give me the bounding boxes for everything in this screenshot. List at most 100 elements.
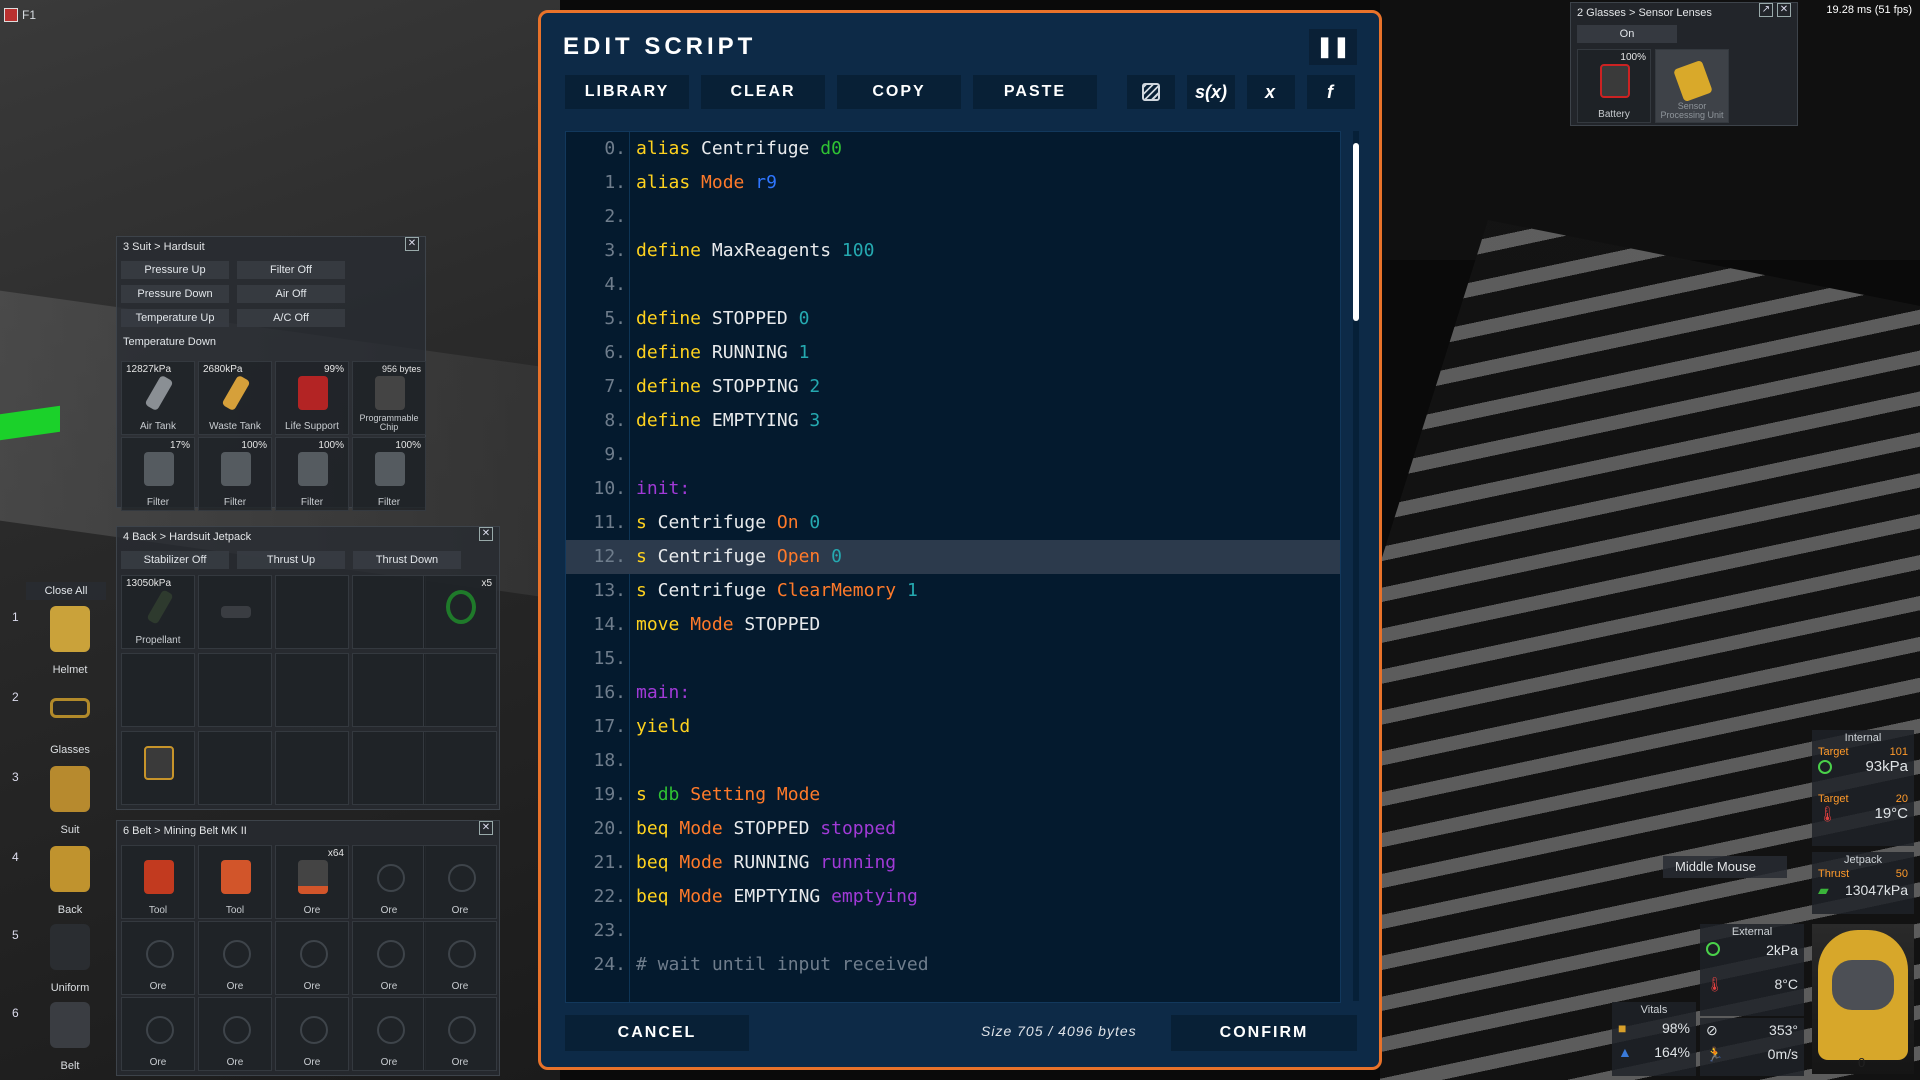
jetpack-slot[interactable] (121, 731, 195, 805)
cancel-button[interactable]: CANCEL (565, 1015, 749, 1051)
belt-slot[interactable]: Ore (423, 921, 497, 995)
code-line[interactable]: 14. move Mode STOPPED (566, 608, 1340, 642)
jetpack-slot[interactable] (198, 731, 272, 805)
editor-scrollbar[interactable] (1353, 131, 1359, 1001)
filter-slot[interactable]: 100% Filter (275, 437, 349, 511)
belt-slot[interactable]: Ore (275, 997, 349, 1071)
code-line[interactable]: 19. s db Setting Mode (566, 778, 1340, 812)
belt-slot[interactable]: Ore (198, 997, 272, 1071)
code-line[interactable]: 16. main: (566, 676, 1340, 710)
belt-slot[interactable]: Ore (198, 921, 272, 995)
code-line[interactable]: 12. s Centrifuge Open 0 (566, 540, 1340, 574)
jetpack-slot[interactable] (423, 731, 497, 805)
programmable-chip-slot[interactable]: 956 bytes Programmable Chip (352, 361, 426, 435)
code-line[interactable]: 21. beq Mode RUNNING running (566, 846, 1340, 880)
code-line[interactable]: 3. define MaxReagents 100 (566, 234, 1340, 268)
jetpack-slot[interactable] (352, 731, 426, 805)
life-support-slot[interactable]: 99% Life Support (275, 361, 349, 435)
belt-slot[interactable]: Ore (423, 845, 497, 919)
jetpack-slot[interactable] (198, 575, 272, 649)
uniform-slot[interactable]: Uniform (30, 914, 110, 994)
close-icon[interactable]: ✕ (1777, 3, 1791, 17)
code-line[interactable]: 23. (566, 914, 1340, 948)
helmet-slot[interactable]: Helmet (30, 596, 110, 676)
code-line[interactable]: 20. beq Mode STOPPED stopped (566, 812, 1340, 846)
battery-slot[interactable]: 100% Battery (1577, 49, 1651, 123)
close-icon[interactable]: ✕ (479, 821, 493, 835)
code-line[interactable]: 5. define STOPPED 0 (566, 302, 1340, 336)
code-editor[interactable]: 0. alias Centrifuge d0 1. alias Mode r9 2. 3.… (565, 131, 1341, 1003)
code-line[interactable]: 10. init: (566, 472, 1340, 506)
code-line[interactable]: 17. yield (566, 710, 1340, 744)
copy-button[interactable]: COPY (837, 75, 961, 109)
close-icon[interactable]: ✕ (405, 237, 419, 251)
air-off-button[interactable]: Air Off (237, 285, 345, 303)
cable-slot[interactable]: x5 (423, 575, 497, 649)
code-line[interactable]: 11. s Centrifuge On 0 (566, 506, 1340, 540)
code-line[interactable]: 9. (566, 438, 1340, 472)
filter-slot[interactable]: 100% Filter (352, 437, 426, 511)
belt-slot[interactable]: Ore (423, 997, 497, 1071)
belt-slot[interactable]: Ore (352, 997, 426, 1071)
glasses-slot[interactable]: Glasses (30, 676, 110, 756)
close-icon[interactable]: ✕ (479, 527, 493, 541)
jetpack-slot[interactable] (121, 653, 195, 727)
sensor-unit-slot[interactable]: Sensor Processing Unit (1655, 49, 1729, 123)
jetpack-slot[interactable] (352, 653, 426, 727)
belt-slot[interactable]: Ore (121, 997, 195, 1071)
scrollbar-thumb[interactable] (1353, 143, 1359, 321)
glasses-toggle-button[interactable]: On (1577, 25, 1677, 43)
code-line[interactable]: 1. alias Mode r9 (566, 166, 1340, 200)
thrust-down-button[interactable]: Thrust Down (353, 551, 461, 569)
variable-x-button[interactable]: x (1247, 75, 1295, 109)
belt-slot[interactable]: Ore (352, 845, 426, 919)
filter-slot[interactable]: 17% Filter (121, 437, 195, 511)
code-line[interactable]: 2. (566, 200, 1340, 234)
belt-slot[interactable]: Tool (198, 845, 272, 919)
jetpack-slot[interactable] (198, 653, 272, 727)
code-line[interactable]: 24. # wait until input received (566, 948, 1340, 982)
jetpack-slot[interactable] (275, 731, 349, 805)
pressure-up-button[interactable]: Pressure Up (121, 261, 229, 279)
filter-slot[interactable]: 100% Filter (198, 437, 272, 511)
filter-off-button[interactable]: Filter Off (237, 261, 345, 279)
temperature-up-button[interactable]: Temperature Up (121, 309, 229, 327)
code-line[interactable]: 8. define EMPTYING 3 (566, 404, 1340, 438)
temperature-down-button[interactable]: Temperature Down (121, 333, 229, 351)
clear-button[interactable]: CLEAR (701, 75, 825, 109)
belt-slot[interactable]: Ore (121, 921, 195, 995)
paste-button[interactable]: PASTE (973, 75, 1097, 109)
confirm-button[interactable]: CONFIRM (1171, 1015, 1357, 1051)
code-line[interactable]: 22. beq Mode EMPTYING emptying (566, 880, 1340, 914)
jetpack-slot[interactable] (275, 653, 349, 727)
code-line[interactable]: 6. define RUNNING 1 (566, 336, 1340, 370)
code-line[interactable]: 4. (566, 268, 1340, 302)
belt-slot[interactable]: Tool (121, 845, 195, 919)
jetpack-slot[interactable] (352, 575, 426, 649)
jetpack-slot[interactable] (423, 653, 497, 727)
belt-slot[interactable]: x64 Ore (275, 845, 349, 919)
pause-button[interactable]: ❚❚ (1309, 29, 1357, 65)
stabilizer-off-button[interactable]: Stabilizer Off (121, 551, 229, 569)
suit-slot[interactable]: Suit (30, 756, 110, 836)
function-sx-button[interactable]: s(x) (1187, 75, 1235, 109)
code-line[interactable]: 7. define STOPPING 2 (566, 370, 1340, 404)
library-button[interactable]: LIBRARY (565, 75, 689, 109)
popout-icon[interactable]: ↗ (1759, 3, 1773, 17)
function-f-button[interactable]: f (1307, 75, 1355, 109)
belt-slot[interactable]: Ore (352, 921, 426, 995)
help-key[interactable]: F1 (22, 8, 36, 22)
back-slot[interactable]: Back (30, 836, 110, 916)
code-line[interactable]: 15. (566, 642, 1340, 676)
ac-off-button[interactable]: A/C Off (237, 309, 345, 327)
belt-slot[interactable]: Belt (30, 992, 110, 1072)
code-line[interactable]: 13. s Centrifuge ClearMemory 1 (566, 574, 1340, 608)
pressure-down-button[interactable]: Pressure Down (121, 285, 229, 303)
code-line[interactable]: 18. (566, 744, 1340, 778)
waste-tank-slot[interactable]: 2680kPa Waste Tank (198, 361, 272, 435)
air-tank-slot[interactable]: 12827kPa Air Tank (121, 361, 195, 435)
code-line[interactable]: 0. alias Centrifuge d0 (566, 132, 1340, 166)
jetpack-slot[interactable] (275, 575, 349, 649)
export-button[interactable] (1127, 75, 1175, 109)
thrust-up-button[interactable]: Thrust Up (237, 551, 345, 569)
